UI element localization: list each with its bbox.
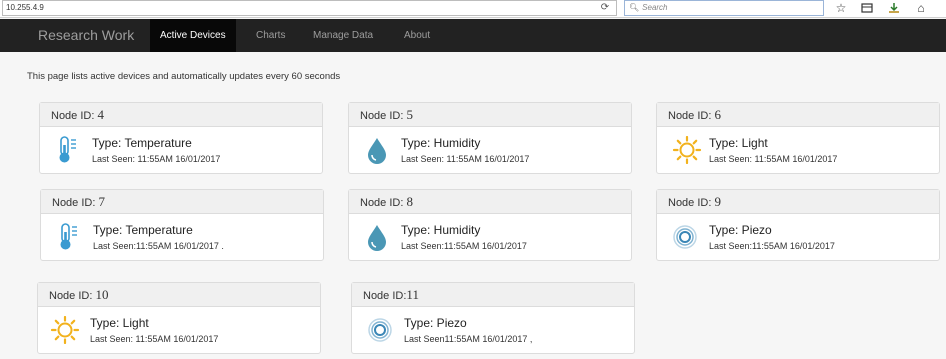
sun-icon (50, 316, 80, 344)
node-id-value: 11 (406, 287, 419, 302)
node-id-label: Node ID: (51, 110, 95, 122)
navbar: Research Work Active Devices Charts Mana… (0, 19, 946, 52)
node-id-value: 10 (95, 287, 109, 302)
search-placeholder: Search (642, 3, 668, 12)
device-type: Type: Humidity (401, 223, 481, 237)
device-type: Type: Temperature (93, 223, 193, 237)
node-id-value: 6 (714, 107, 721, 122)
node-id-label: Node ID: (360, 197, 404, 209)
bookmarks-list-icon[interactable] (859, 0, 875, 16)
thermometer-icon (56, 223, 82, 251)
node-id-label: Node ID: (363, 290, 407, 302)
panel-heading: Node ID: 7 (41, 190, 323, 214)
device-type: Type: Light (90, 316, 149, 330)
nav-about[interactable]: About (404, 19, 430, 52)
piezo-icon (367, 316, 393, 344)
nav-manage-data[interactable]: Manage Data (313, 19, 373, 52)
page-intro-text: This page lists active devices and autom… (27, 71, 341, 82)
node-id-value: 9 (714, 194, 721, 209)
sun-icon (672, 136, 702, 164)
panel-heading: Node ID:11 (352, 283, 634, 307)
bookmark-star-icon[interactable]: ☆ (833, 0, 849, 16)
nav-charts[interactable]: Charts (256, 19, 285, 52)
last-seen: Last Seen:11:55AM 16/01/2017 (401, 241, 527, 251)
last-seen: Last Seen: 11:55AM 16/01/2017 (401, 154, 530, 164)
browser-toolbar: 10.255.4.9 ⟳ 🔍︎ Search ☆ ⌂ (0, 0, 946, 18)
node-id-label: Node ID: (360, 110, 404, 122)
home-icon[interactable]: ⌂ (913, 0, 929, 16)
device-type: Type: Light (709, 136, 768, 150)
last-seen: Last Seen: 11:55AM 16/01/2017 (90, 334, 219, 344)
node-id-value: 5 (406, 107, 413, 122)
panel-heading: Node ID: 4 (40, 103, 322, 127)
device-panel-node-11: Node ID:11 Type: Piezo Last Seen11:55AM … (351, 282, 635, 354)
device-panel-node-8: Node ID: 8 Type: Humidity Last Seen:11:5… (348, 189, 632, 261)
thermometer-icon (55, 136, 81, 164)
panel-heading: Node ID: 8 (349, 190, 631, 214)
node-id-label: Node ID: (668, 110, 712, 122)
device-panel-node-6: Node ID: 6 Type: Light Last Seen: 11:55A… (656, 102, 940, 174)
node-id-value: 7 (98, 194, 105, 209)
device-panel-node-5: Node ID: 5 Type: Humidity Last Seen: 11:… (348, 102, 632, 174)
download-icon[interactable] (886, 0, 902, 16)
search-input[interactable]: 🔍︎ Search (624, 0, 824, 16)
last-seen: Last Seen: 11:55AM 16/01/2017 (709, 154, 838, 164)
nav-active-devices[interactable]: Active Devices (150, 19, 236, 52)
device-type: Type: Humidity (401, 136, 481, 150)
panel-heading: Node ID: 5 (349, 103, 631, 127)
search-icon: 🔍︎ (629, 3, 640, 12)
address-bar[interactable]: 10.255.4.9 (2, 0, 617, 16)
device-type: Type: Piezo (709, 223, 772, 237)
device-type: Type: Temperature (92, 136, 192, 150)
brand-link[interactable]: Research Work (38, 19, 134, 52)
last-seen: Last Seen11:55AM 16/01/2017 , (404, 334, 533, 344)
last-seen: Last Seen: 11:55AM 16/01/2017 (92, 154, 221, 164)
node-id-value: 8 (406, 194, 413, 209)
device-panel-node-7: Node ID: 7 Type: Temperature Last Seen:1… (40, 189, 324, 261)
device-type: Type: Piezo (404, 316, 467, 330)
last-seen: Last Seen:11:55AM 16/01/2017 (709, 241, 835, 251)
panel-heading: Node ID: 6 (657, 103, 939, 127)
piezo-icon (672, 223, 698, 251)
water-drop-icon (364, 223, 390, 251)
panel-heading: Node ID: 10 (38, 283, 320, 307)
device-panel-node-4: Node ID: 4 Type: Temperature Last Seen: … (39, 102, 323, 174)
device-panel-node-10: Node ID: 10 Type: Light Last Seen: 11:55… (37, 282, 321, 354)
node-id-label: Node ID: (52, 197, 96, 209)
reload-icon[interactable]: ⟳ (598, 1, 612, 15)
device-panel-node-9: Node ID: 9 Type: Piezo Last Seen:11:55AM… (656, 189, 940, 261)
node-id-label: Node ID: (49, 290, 93, 302)
water-drop-icon (364, 136, 390, 164)
panel-heading: Node ID: 9 (657, 190, 939, 214)
node-id-value: 4 (97, 107, 104, 122)
last-seen: Last Seen:11:55AM 16/01/2017 . (93, 241, 224, 251)
node-id-label: Node ID: (668, 197, 712, 209)
